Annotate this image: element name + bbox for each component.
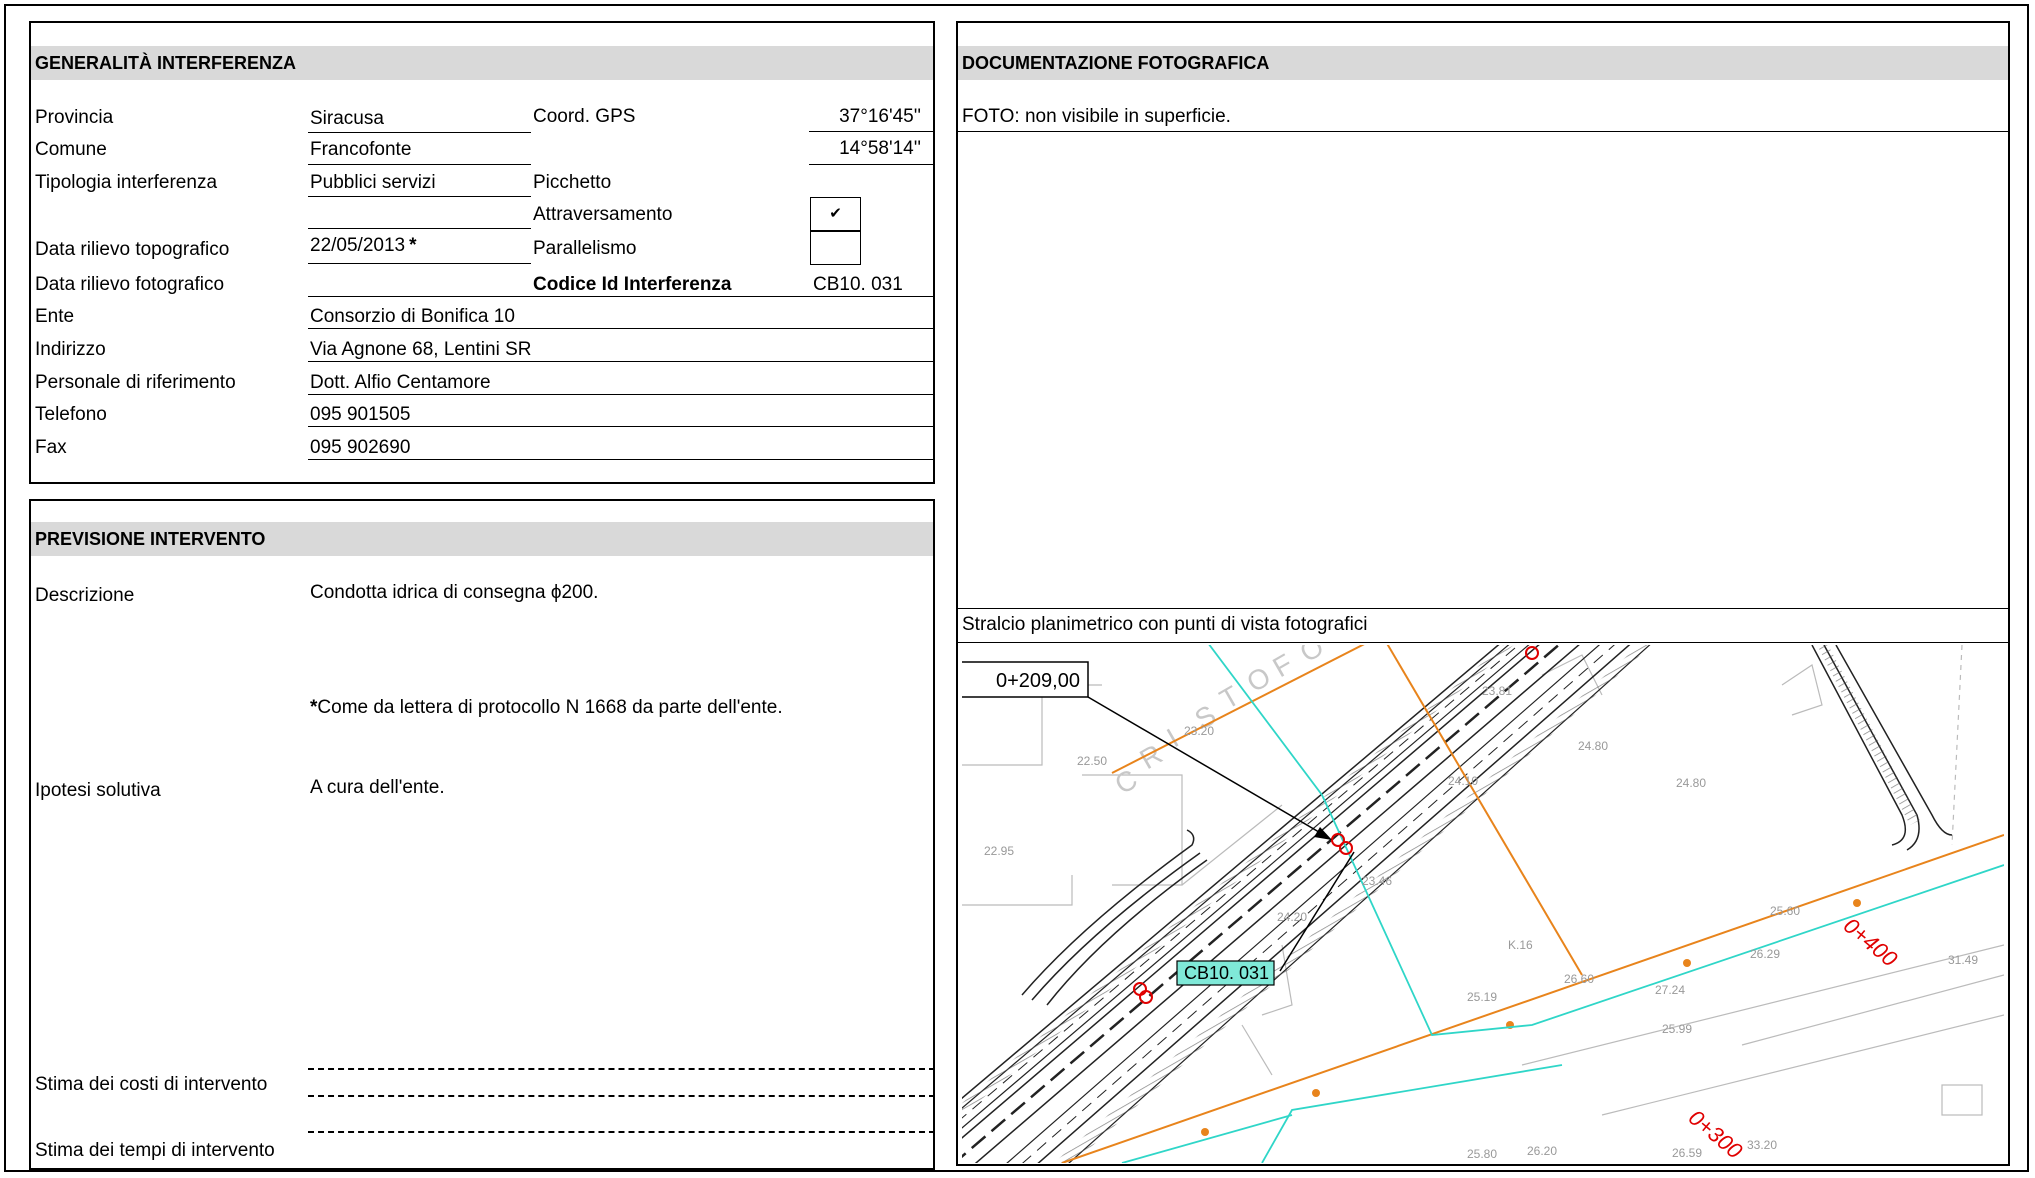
spot-height: 33.20 [1747, 1138, 1777, 1152]
indirizzo-value: Via Agnone 68, Lentini SR [310, 339, 532, 360]
parallelismo-label: Parallelismo [533, 238, 637, 259]
ente-label: Ente [35, 306, 75, 327]
spot-height: 27.24 [1655, 983, 1685, 997]
tipologia-value: Pubblici servizi [310, 172, 436, 193]
indirizzo-underline [308, 361, 935, 362]
note-text: *Come da lettera di protocollo N 1668 da… [310, 697, 783, 718]
spot-height: 24.20 [1277, 910, 1307, 924]
spot-height: 23.20 [1184, 724, 1214, 738]
spot-height: 25.19 [1467, 990, 1497, 1004]
coord-label: Coord. GPS [533, 106, 636, 127]
fax-label: Fax [35, 437, 67, 458]
provincia-label: Provincia [35, 107, 114, 128]
previsione-title: PREVISIONE INTERVENTO [31, 522, 933, 556]
km-400-label: 0+400 [1839, 913, 1903, 972]
data-topo-underline [308, 263, 531, 264]
costi-dash-bottom [308, 1095, 935, 1097]
spot-height: 26.59 [1672, 1146, 1702, 1160]
interference-tag: CB10. 031 [1184, 963, 1269, 983]
ente-value: Consorzio di Bonifica 10 [310, 306, 515, 327]
spot-height: 26.29 [1750, 947, 1780, 961]
photo-bottom-divider [958, 608, 2008, 609]
provincia-underline [308, 132, 531, 133]
comune-underline [308, 164, 531, 165]
ipotesi-label: Ipotesi solutiva [35, 780, 161, 801]
foto-text: FOTO: non visibile in superficie. [962, 106, 1231, 127]
data-foto-label: Data rilievo fotografico [35, 274, 225, 295]
spot-height: 26.20 [1527, 1144, 1557, 1158]
personale-underline [308, 394, 935, 395]
coord-lat-underline [809, 131, 935, 132]
data-topo-value: 22/05/2013 * [310, 235, 417, 256]
coord-lat: 37°16'45'' [839, 106, 921, 127]
spot-height: 22.50 [1077, 754, 1107, 768]
attraversamento-label: Attraversamento [533, 204, 673, 225]
telefono-value: 095 901505 [310, 404, 411, 425]
spot-height: K.16 [1508, 938, 1533, 952]
spot-height: 24.10 [1448, 774, 1478, 788]
spot-height: 26.60 [1564, 972, 1594, 986]
spot-height: 23.46 [1362, 874, 1392, 888]
spot-height: 23.81 [1482, 684, 1512, 698]
codice-label: Codice Id Interferenza [533, 274, 732, 295]
costi-dash-top [308, 1068, 935, 1070]
telefono-label: Telefono [35, 404, 107, 425]
picchetto-label: Picchetto [533, 172, 612, 193]
tempi-dash [308, 1131, 935, 1133]
street-letter: F [1268, 648, 1298, 683]
spot-height: 25.80 [1467, 1147, 1497, 1161]
telefono-underline [308, 426, 935, 427]
stralcio-label: Stralcio planimetrico con punti di vista… [962, 614, 1368, 635]
street-letter: C [1110, 763, 1143, 800]
personale-label: Personale di riferimento [35, 372, 236, 393]
previsione-panel: PREVISIONE INTERVENTO Descrizione Condot… [29, 499, 935, 1170]
tempi-label: Stima dei tempi di intervento [35, 1140, 275, 1161]
provincia-value: Siracusa [310, 108, 384, 129]
descrizione-value: Condotta idrica di consegna ϕ200. [310, 582, 599, 603]
documentazione-title: DOCUMENTAZIONE FOTOGRAFICA [958, 46, 2008, 80]
personale-value: Dott. Alfio Centamore [310, 372, 491, 393]
spot-height: 24.80 [1676, 776, 1706, 790]
spot-height: 24.80 [1578, 739, 1608, 753]
stralcio-divider [958, 642, 2008, 643]
descrizione-label: Descrizione [35, 585, 135, 606]
generalita-title: GENERALITÀ INTERFERENZA [31, 46, 933, 80]
generalita-panel: GENERALITÀ INTERFERENZA Provincia Comune… [29, 21, 935, 484]
comune-value: Francofonte [310, 139, 412, 160]
check-icon: ✔ [829, 205, 842, 222]
tipologia-underline [308, 196, 531, 197]
data-topo-label: Data rilievo topografico [35, 239, 230, 260]
indirizzo-label: Indirizzo [35, 339, 106, 360]
comune-label: Comune [35, 139, 107, 160]
chainage-callout: 0+209,00 [996, 670, 1080, 692]
fax-value: 095 902690 [310, 437, 411, 458]
street-letter: R [1135, 738, 1168, 775]
attraversamento-checkbox[interactable]: ✔ [810, 197, 861, 232]
ente-underline [308, 328, 935, 329]
costi-label: Stima dei costi di intervento [35, 1074, 268, 1095]
parallelismo-checkbox[interactable] [810, 230, 861, 265]
fax-underline [308, 459, 935, 460]
ipotesi-value: A cura dell'ente. [310, 777, 445, 798]
spot-height: 31.49 [1948, 953, 1978, 967]
documentazione-panel: DOCUMENTAZIONE FOTOGRAFICA FOTO: non vis… [956, 21, 2010, 1166]
spot-height: 22.95 [984, 844, 1014, 858]
planimetric-map: CRISTOFO 23.8123.2022.5024.8024.10 24.80… [962, 645, 2004, 1163]
blank-underline [308, 228, 531, 229]
codice-value: CB10. 031 [813, 274, 903, 295]
foto-divider [958, 131, 2008, 132]
tipologia-label: Tipologia interferenza [35, 172, 218, 193]
spot-height: 25.60 [1770, 904, 1800, 918]
spot-height: 25.99 [1662, 1022, 1692, 1036]
coord-lon: 14°58'14'' [839, 138, 921, 159]
coord-lon-underline [809, 164, 935, 165]
